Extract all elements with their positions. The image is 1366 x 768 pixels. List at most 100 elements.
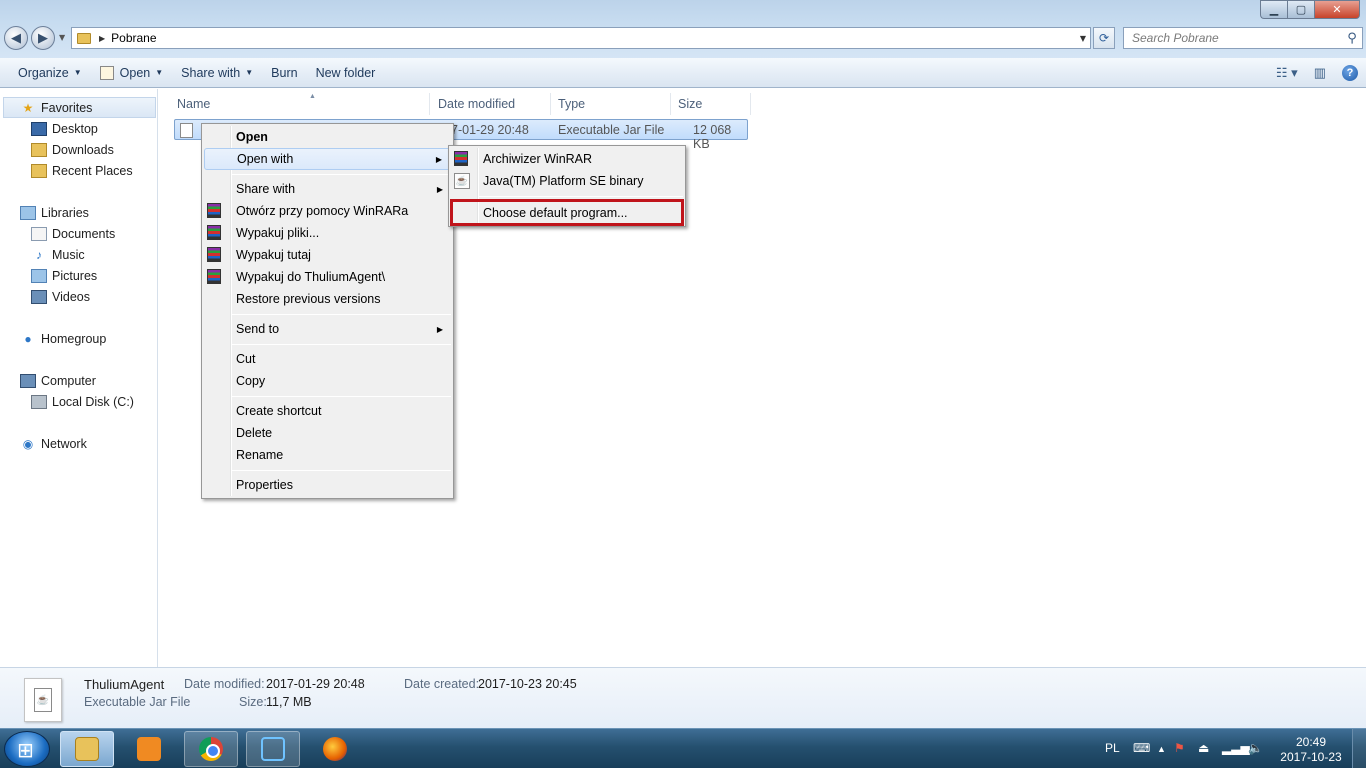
downloads-folder-icon [31, 142, 47, 157]
search-icon[interactable]: ⚲ [1342, 31, 1362, 46]
breadcrumb-arrow-icon[interactable]: ▶ [99, 34, 105, 43]
videos-icon [31, 289, 47, 304]
open-with-submenu: Archiwizer WinRAR ☕ Java(TM) Platform SE… [448, 145, 686, 227]
menu-label: Rename [236, 448, 284, 462]
taskbar-chrome[interactable] [184, 731, 238, 767]
clock[interactable]: 20:49 2017-10-23 [1280, 735, 1342, 765]
search-input[interactable] [1132, 31, 1342, 45]
submenu-arrow-icon: ▶ [436, 184, 443, 194]
nav-downloads[interactable]: Downloads [31, 139, 114, 160]
maximize-button[interactable]: ▢ [1287, 0, 1314, 19]
preview-pane-icon[interactable]: ▥ [1314, 65, 1326, 81]
share-with-button[interactable]: Share with ▼ [172, 58, 262, 87]
refresh-button[interactable]: ⟳ [1093, 27, 1115, 49]
column-header-size[interactable]: Size [673, 93, 751, 115]
menu-label: Send to [236, 322, 280, 336]
keyboard-icon[interactable]: ⌨ [1133, 741, 1150, 755]
refresh-icon: ⟳ [1098, 31, 1110, 45]
column-name-label: Name [177, 97, 211, 111]
organize-button[interactable]: Organize ▼ [9, 58, 91, 87]
burn-label: Burn [271, 65, 298, 80]
menu-item-extract-files[interactable]: Wypakuj pliki... [204, 222, 451, 244]
column-header-name[interactable]: Name ▲ [172, 93, 430, 115]
nav-pictures[interactable]: Pictures [31, 265, 97, 286]
menu-item-extract-to[interactable]: Wypakuj do ThuliumAgent\ [204, 266, 451, 288]
menu-item-winrar[interactable]: Archiwizer WinRAR [451, 148, 683, 170]
menu-item-extract-here[interactable]: Wypakuj tutaj [204, 244, 451, 266]
nav-recent-places[interactable]: Recent Places [31, 160, 133, 181]
nav-favorites[interactable]: ★ Favorites [3, 97, 156, 118]
back-button[interactable]: ◀ [4, 26, 28, 50]
menu-item-delete[interactable]: Delete [204, 422, 451, 444]
show-hidden-icons-icon[interactable]: ▲ [1157, 744, 1166, 754]
open-label: Open [119, 65, 151, 80]
details-pane: ☕ ThuliumAgent Executable Jar File Date … [0, 667, 1366, 728]
menu-label: Copy [236, 374, 266, 388]
nav-computer[interactable]: Computer [20, 370, 96, 391]
menu-separator [479, 196, 683, 197]
menu-item-cut[interactable]: Cut [204, 348, 451, 370]
menu-item-create-shortcut[interactable]: Create shortcut [204, 400, 451, 422]
show-desktop-button[interactable] [1352, 729, 1366, 768]
column-header-date-modified[interactable]: Date modified [433, 93, 551, 115]
details-size: 11,7 MB [266, 695, 312, 709]
nav-documents[interactable]: Documents [31, 223, 115, 244]
winrar-icon [207, 225, 221, 240]
nav-network[interactable]: ◉ Network [20, 433, 87, 454]
menu-item-choose-default-program[interactable]: Choose default program... [450, 199, 684, 226]
menu-label: Archiwizer WinRAR [483, 152, 593, 166]
menu-separator [232, 470, 451, 471]
action-center-icon[interactable]: ⚑ [1174, 741, 1185, 755]
nav-local-disk[interactable]: Local Disk (C:) [31, 391, 134, 412]
menu-item-properties[interactable]: Properties [204, 474, 451, 496]
taskbar-media-player[interactable] [122, 731, 176, 767]
volume-icon[interactable]: 🔈 [1248, 741, 1263, 755]
file-size: 12 068 KB [693, 123, 732, 151]
taskbar-explorer[interactable] [60, 731, 114, 767]
nav-homegroup[interactable]: ● Homegroup [20, 328, 106, 349]
minimize-button[interactable]: ▁ [1260, 0, 1287, 19]
nav-label: Libraries [41, 205, 89, 220]
network-icon: ◉ [22, 436, 34, 451]
recent-pages-dropdown[interactable]: ▼ [59, 33, 65, 42]
nav-libraries[interactable]: Libraries [20, 202, 89, 223]
close-button[interactable]: ✕ [1314, 0, 1360, 19]
menu-label: Properties [236, 478, 293, 492]
window-titlebar: ▁ ▢ ✕ ◀ ▶ ▼ ▶ Pobrane ▼ ⟳ ⚲ [0, 0, 1366, 58]
forward-arrow-icon: ▶ [38, 30, 48, 46]
clock-time: 20:49 [1295, 735, 1327, 749]
taskbar-screen-capture[interactable] [246, 731, 300, 767]
usb-icon[interactable]: ⏏ [1198, 741, 1209, 755]
nav-videos[interactable]: Videos [31, 286, 90, 307]
menu-label: Wypakuj tutaj [236, 248, 311, 262]
address-bar[interactable]: ▶ Pobrane ▼ [71, 27, 1091, 49]
change-view-icon[interactable]: ☷ ▾ [1276, 65, 1298, 81]
menu-item-winrar-open[interactable]: Otwórz przy pomocy WinRARa [204, 200, 451, 222]
language-indicator[interactable]: PL [1105, 741, 1120, 755]
forward-button[interactable]: ▶ [31, 26, 55, 50]
menu-item-open-with[interactable]: Open with ▶ [204, 148, 451, 170]
documents-icon [31, 226, 47, 241]
new-folder-button[interactable]: New folder [307, 58, 385, 87]
menu-item-rename[interactable]: Rename [204, 444, 451, 466]
menu-item-restore-previous-versions[interactable]: Restore previous versions [204, 288, 451, 310]
address-dropdown-icon[interactable]: ▼ [1080, 34, 1086, 43]
menu-item-java-binary[interactable]: ☕ Java(TM) Platform SE binary [451, 170, 683, 192]
details-file-type: Executable Jar File [84, 695, 191, 709]
burn-button[interactable]: Burn [262, 58, 306, 87]
network-signal-icon[interactable]: ▂▃▅ [1222, 741, 1250, 755]
nav-label: Favorites [41, 100, 93, 115]
menu-item-share-with[interactable]: Share with ▶ [204, 178, 451, 200]
open-button[interactable]: Open ▼ [91, 58, 173, 87]
breadcrumb-pobrane[interactable]: Pobrane [111, 31, 156, 45]
search-box[interactable]: ⚲ [1123, 27, 1363, 49]
column-header-type[interactable]: Type [553, 93, 671, 115]
taskbar-firefox[interactable] [308, 731, 362, 767]
menu-item-send-to[interactable]: Send to ▶ [204, 318, 451, 340]
nav-music[interactable]: ♪ Music [31, 244, 85, 265]
menu-item-copy[interactable]: Copy [204, 370, 451, 392]
nav-desktop[interactable]: Desktop [31, 118, 98, 139]
menu-item-open[interactable]: Open [204, 126, 451, 148]
help-icon[interactable]: ? [1342, 65, 1358, 81]
start-button[interactable] [4, 731, 50, 767]
